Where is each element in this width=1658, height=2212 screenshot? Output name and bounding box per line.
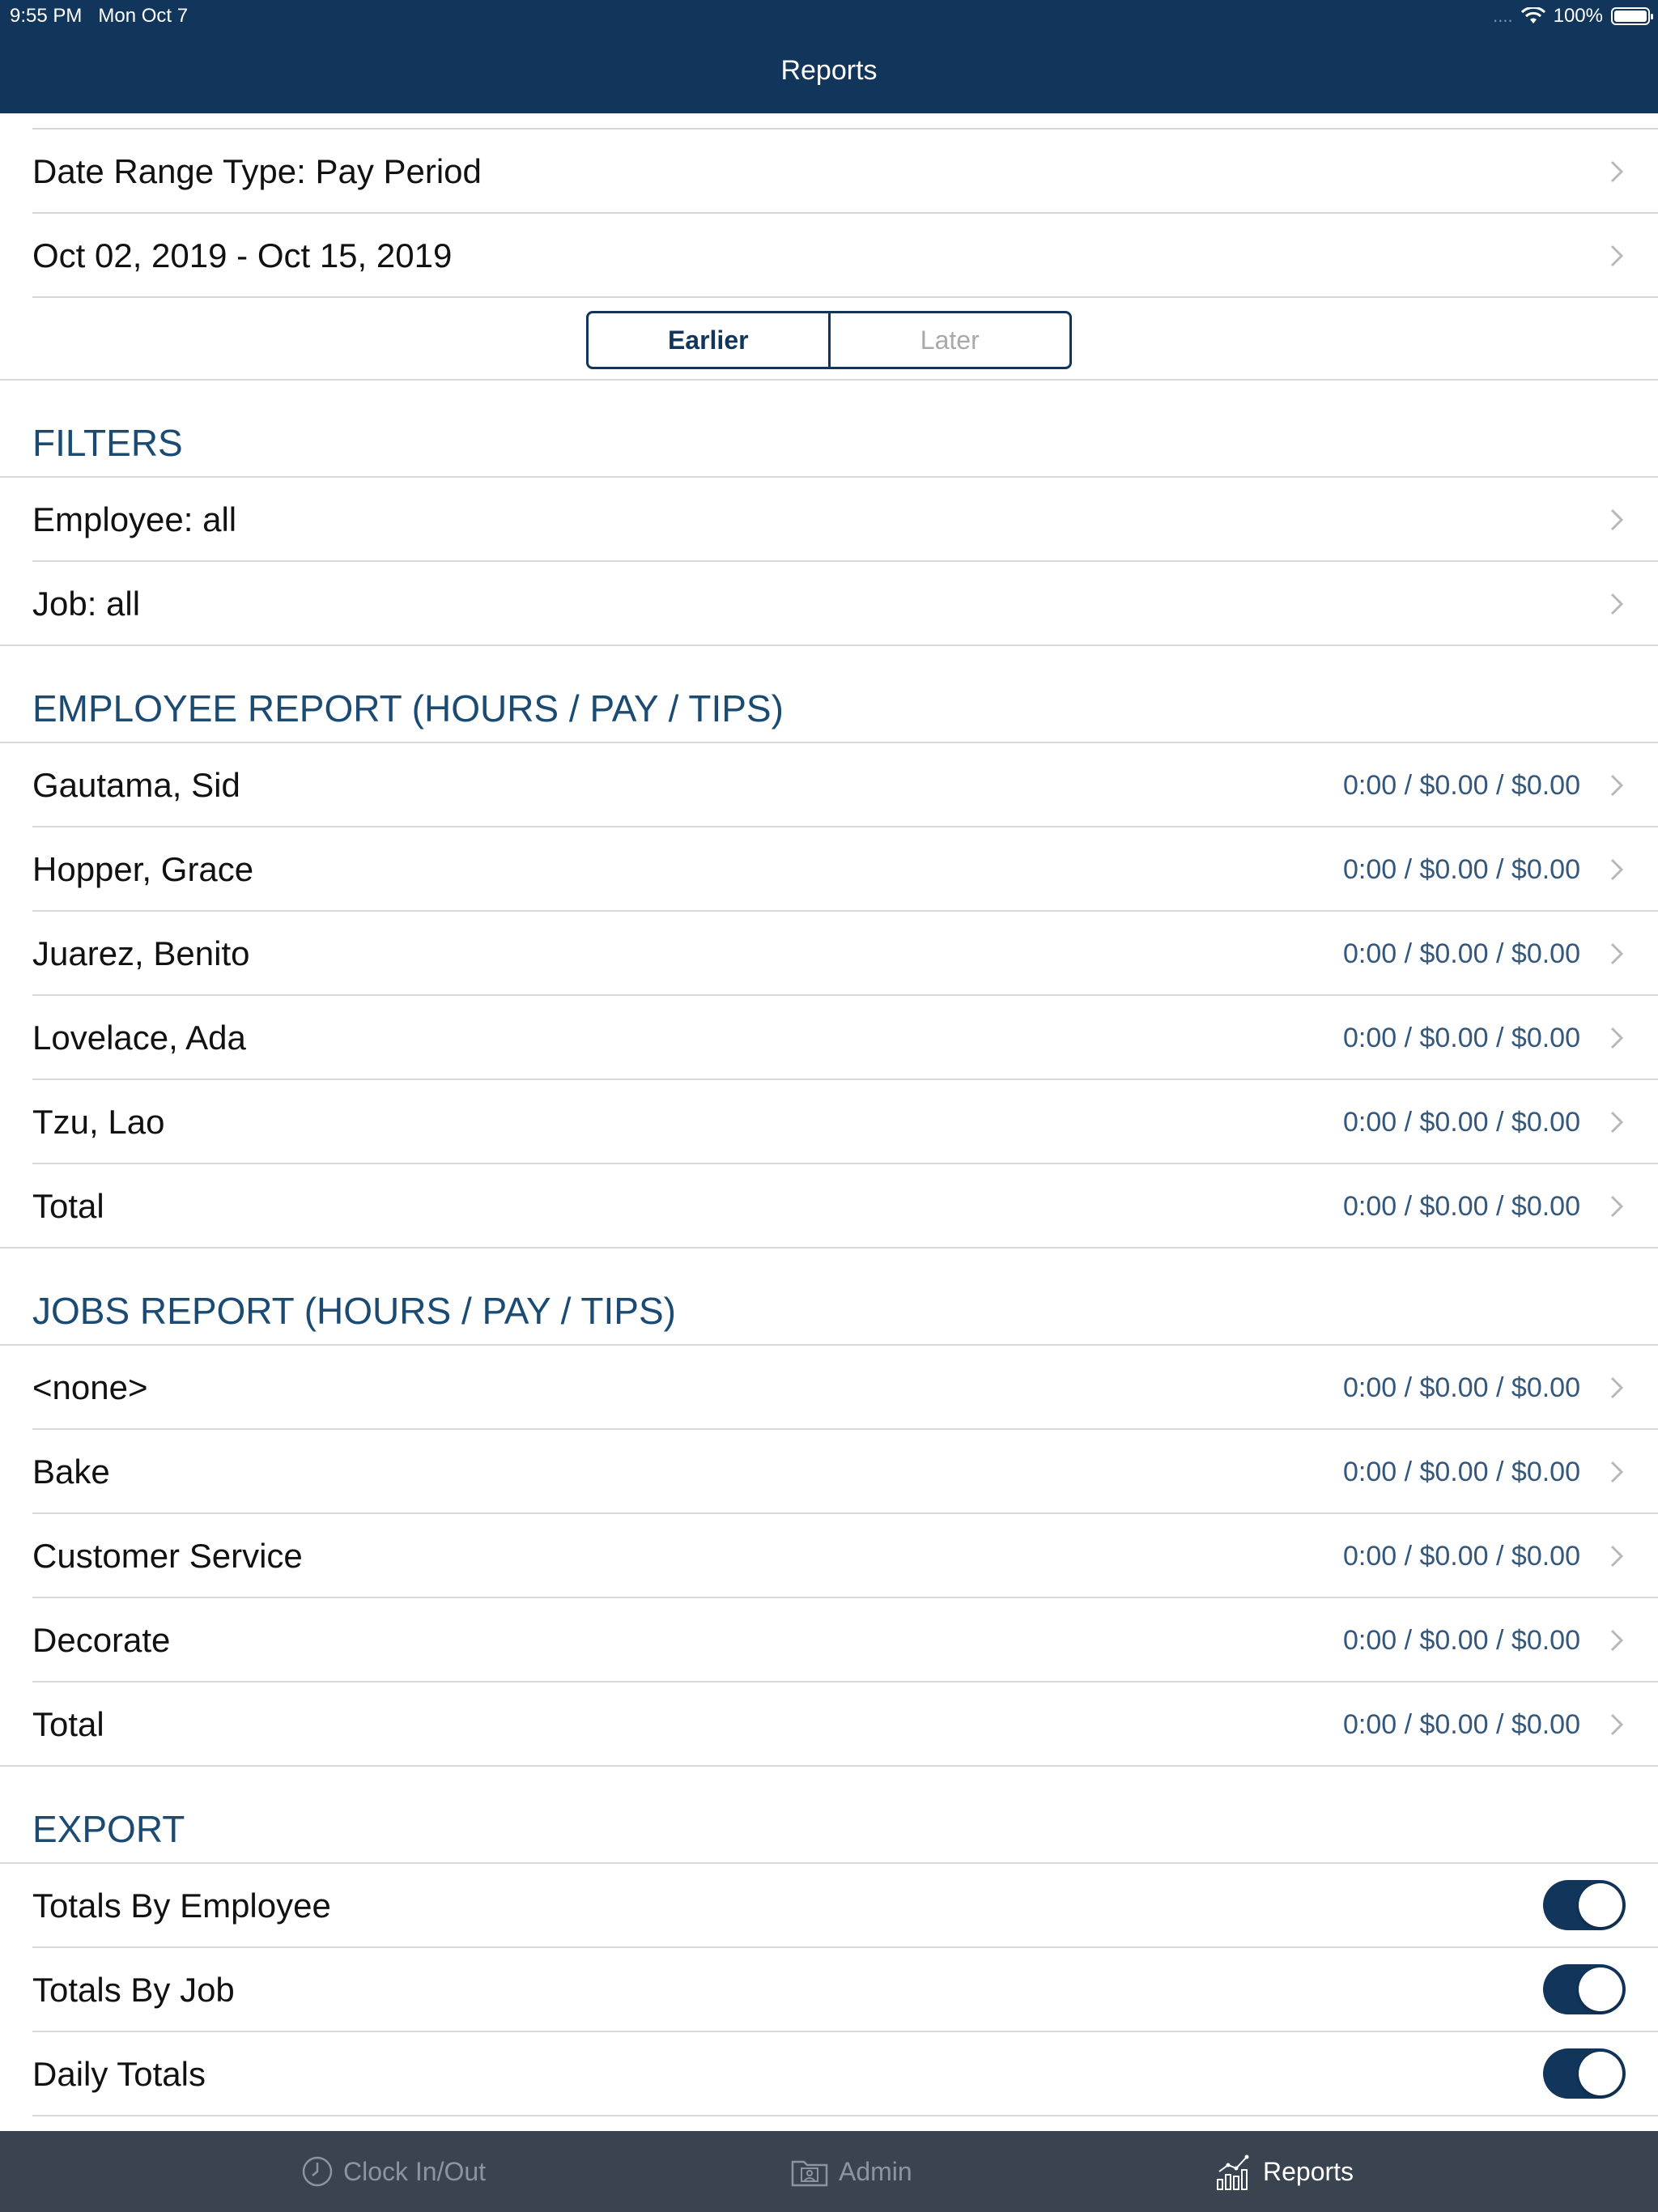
totals-by-job-toggle[interactable] [1543, 1964, 1626, 2014]
wifi-icon [1520, 7, 1545, 23]
date-navigation-segmented-control[interactable]: Earlier Later [586, 311, 1072, 369]
job-totals: 0:00 / $0.00 / $0.00 [1342, 1541, 1580, 1572]
employee-name: Gautama, Sid [32, 766, 240, 804]
export-header: EXPORT [32, 1808, 185, 1850]
battery-icon [1611, 7, 1653, 25]
job-row[interactable]: Bake 0:00 / $0.00 / $0.00 [0, 1430, 1658, 1514]
export-totals-by-employee-row: Totals By Employee [0, 1864, 1658, 1948]
filters-header: FILTERS [32, 422, 183, 464]
employee-total-row[interactable]: Total 0:00 / $0.00 / $0.00 [0, 1164, 1658, 1249]
chevron-right-icon [1610, 593, 1624, 615]
tab-bar: Clock In/Out Admin Reports [0, 2131, 1658, 2212]
tab-label: Admin [839, 2156, 912, 2186]
battery-percent: 100% [1553, 5, 1603, 27]
employee-filter-label: Employee: all [32, 500, 237, 538]
cellular-signal-icon: .... [1493, 6, 1513, 26]
tab-reports[interactable]: Reports [1214, 2131, 1354, 2212]
page-title: Reports [780, 55, 878, 86]
chevron-right-icon [1610, 1461, 1624, 1483]
date-range-label: Oct 02, 2019 - Oct 15, 2019 [32, 236, 453, 274]
chevron-right-icon [1610, 160, 1624, 183]
chevron-right-icon [1610, 942, 1624, 965]
clock-icon [302, 2156, 333, 2187]
job-totals: 0:00 / $0.00 / $0.00 [1342, 1625, 1580, 1656]
employee-filter-row[interactable]: Employee: all [0, 478, 1658, 562]
employee-totals: 0:00 / $0.00 / $0.00 [1342, 770, 1580, 801]
export-totals-by-job-row: Totals By Job [0, 1948, 1658, 2032]
job-name: Customer Service [32, 1537, 303, 1575]
date-range-type-label: Date Range Type: Pay Period [32, 152, 482, 190]
employee-totals: 0:00 / $0.00 / $0.00 [1342, 1107, 1580, 1138]
employee-totals: 0:00 / $0.00 / $0.00 [1342, 854, 1580, 885]
reports-content[interactable]: Date Range Type: Pay Period Oct 02, 2019… [0, 113, 1658, 2131]
employee-name: Juarez, Benito [32, 934, 250, 972]
employee-report-header: EMPLOYEE REPORT (HOURS / PAY / TIPS) [32, 687, 784, 730]
bar-chart-icon [1217, 2155, 1249, 2190]
employee-name: Hopper, Grace [32, 850, 254, 888]
chevron-right-icon [1610, 1376, 1624, 1399]
job-totals: 0:00 / $0.00 / $0.00 [1342, 1372, 1580, 1403]
export-daily-totals-row: Daily Totals [0, 2032, 1658, 2116]
totals-by-employee-toggle[interactable] [1543, 1880, 1626, 1930]
status-indicators: .... 100% [1493, 5, 1653, 28]
job-total-value: 0:00 / $0.00 / $0.00 [1342, 1709, 1580, 1740]
chevron-right-icon [1610, 508, 1624, 531]
job-total-row[interactable]: Total 0:00 / $0.00 / $0.00 [0, 1682, 1658, 1767]
chevron-right-icon [1610, 858, 1624, 881]
job-total-label: Total [32, 1705, 104, 1743]
employee-name: Tzu, Lao [32, 1103, 165, 1141]
tab-label: Clock In/Out [343, 2156, 487, 2186]
job-row[interactable]: Decorate 0:00 / $0.00 / $0.00 [0, 1598, 1658, 1682]
job-totals: 0:00 / $0.00 / $0.00 [1342, 1457, 1580, 1487]
earlier-button[interactable]: Earlier [589, 313, 828, 367]
chevron-right-icon [1610, 1027, 1624, 1049]
status-bar: 9:55 PM Mon Oct 7 .... 100% [0, 0, 1658, 32]
tab-admin[interactable]: Admin [790, 2131, 912, 2212]
job-filter-label: Job: all [32, 585, 141, 623]
employee-row[interactable]: Gautama, Sid 0:00 / $0.00 / $0.00 [0, 743, 1658, 827]
later-button[interactable]: Later [831, 313, 1070, 367]
employee-totals: 0:00 / $0.00 / $0.00 [1342, 1023, 1580, 1053]
daily-totals-toggle[interactable] [1543, 2048, 1626, 2099]
chevron-right-icon [1610, 1713, 1624, 1736]
employee-row[interactable]: Lovelace, Ada 0:00 / $0.00 / $0.00 [0, 996, 1658, 1080]
job-name: Bake [32, 1453, 110, 1491]
date-range-row[interactable]: Oct 02, 2019 - Oct 15, 2019 [0, 214, 1658, 298]
chevron-right-icon [1610, 1195, 1624, 1218]
employee-name: Lovelace, Ada [32, 1019, 246, 1057]
chevron-right-icon [1610, 1629, 1624, 1652]
job-name: <none> [32, 1368, 148, 1406]
date-range-type-row[interactable]: Date Range Type: Pay Period [0, 130, 1658, 214]
export-option-label: Daily Totals [32, 2055, 206, 2093]
chevron-right-icon [1610, 774, 1624, 797]
jobs-report-header: JOBS REPORT (HOURS / PAY / TIPS) [32, 1290, 676, 1332]
job-row[interactable]: Customer Service 0:00 / $0.00 / $0.00 [0, 1514, 1658, 1598]
export-option-label: Totals By Job [32, 1971, 235, 2009]
employee-row[interactable]: Juarez, Benito 0:00 / $0.00 / $0.00 [0, 912, 1658, 996]
status-time: 9:55 PM Mon Oct 7 [10, 5, 189, 27]
employee-row[interactable]: Hopper, Grace 0:00 / $0.00 / $0.00 [0, 827, 1658, 912]
employee-row[interactable]: Tzu, Lao 0:00 / $0.00 / $0.00 [0, 1080, 1658, 1164]
export-option-label: Totals By Employee [32, 1887, 331, 1925]
chevron-right-icon [1610, 1545, 1624, 1568]
job-row[interactable]: <none> 0:00 / $0.00 / $0.00 [0, 1346, 1658, 1430]
chevron-right-icon [1610, 1111, 1624, 1134]
job-name: Decorate [32, 1621, 171, 1659]
job-filter-row[interactable]: Job: all [0, 562, 1658, 646]
navigation-bar: Reports [0, 32, 1658, 113]
tab-label: Reports [1263, 2156, 1354, 2186]
tab-clock-in-out[interactable]: Clock In/Out [301, 2131, 486, 2212]
employee-total-label: Total [32, 1187, 104, 1225]
employee-total-value: 0:00 / $0.00 / $0.00 [1342, 1191, 1580, 1222]
divider [0, 379, 1658, 381]
employee-totals: 0:00 / $0.00 / $0.00 [1342, 938, 1580, 969]
admin-folder-icon [791, 2160, 828, 2187]
chevron-right-icon [1610, 245, 1624, 267]
